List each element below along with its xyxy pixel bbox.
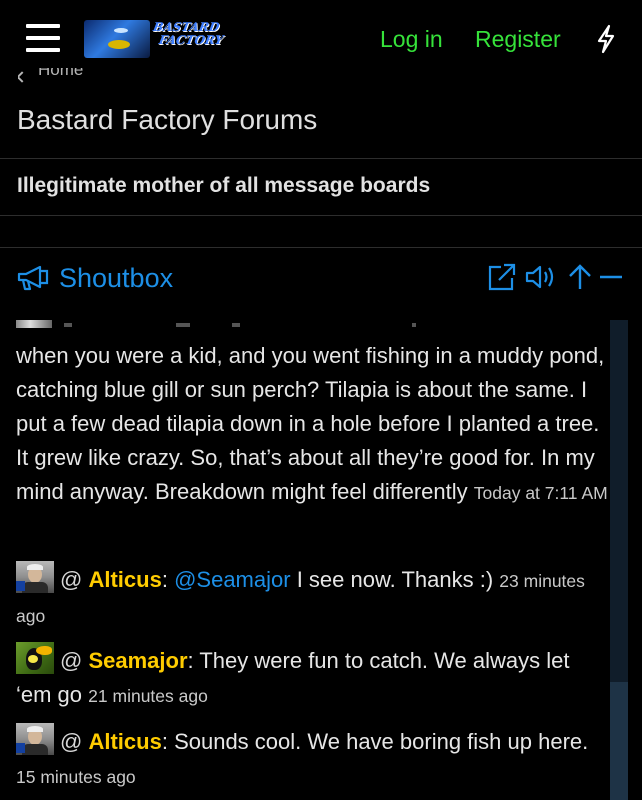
message-timestamp[interactable]: Today at 7:11 AM (474, 483, 608, 503)
register-link[interactable]: Register (475, 26, 561, 53)
external-link-icon[interactable] (486, 262, 518, 292)
username-link[interactable]: Seamajor (88, 648, 187, 673)
shout-message: @ Alticus: @Seamajor I see now. Thanks :… (16, 561, 610, 633)
chevron-left-icon (18, 71, 28, 83)
reply-at-button[interactable]: @ (60, 648, 82, 673)
site-tagline: Illegitimate mother of all message board… (17, 174, 431, 197)
message-text: when you were a kid, and you went fishin… (16, 343, 605, 504)
mention-link[interactable]: @Seamajor (174, 567, 291, 592)
page-title: Bastard Factory Forums (17, 104, 318, 135)
divider (0, 158, 642, 159)
message-text: I see now. Thanks :) (290, 567, 494, 592)
minus-icon[interactable] (598, 262, 624, 292)
reply-at-button[interactable]: @ (60, 729, 82, 754)
avatar[interactable] (16, 642, 54, 674)
shoutbox-messages[interactable]: when you were a kid, and you went fishin… (0, 320, 642, 800)
reply-at-button[interactable]: @ (60, 567, 82, 592)
username-link[interactable]: Alticus (88, 729, 161, 754)
message-timestamp[interactable]: 21 minutes ago (88, 686, 208, 706)
message-timestamp[interactable]: 15 minutes ago (16, 767, 136, 787)
arrow-up-icon[interactable] (566, 262, 594, 292)
breadcrumb[interactable]: Home (18, 68, 83, 86)
shout-message: @ Seamajor: They were fun to catch. We a… (16, 642, 610, 713)
message-text: Sounds cool. We have boring fish up here… (167, 729, 589, 754)
site-logo[interactable]: BASTARD FACTORY (84, 20, 224, 58)
speaker-icon[interactable] (524, 262, 558, 292)
avatar[interactable] (16, 561, 54, 593)
shoutbox-title[interactable]: Shoutbox (59, 263, 173, 294)
shoutbox-header: Shoutbox (0, 247, 642, 311)
logo-wordmark: BASTARD FACTORY (150, 20, 227, 47)
login-link[interactable]: Log in (380, 26, 443, 53)
shout-message: when you were a kid, and you went fishin… (16, 339, 610, 510)
breadcrumb-home-label: Home (38, 68, 84, 79)
hamburger-menu-icon[interactable] (26, 22, 60, 54)
logo-text-line2: FACTORY (157, 33, 225, 47)
logo-face-image (84, 20, 150, 58)
avatar[interactable] (16, 723, 54, 755)
top-bar: BASTARD FACTORY Log in Register (0, 0, 642, 76)
megaphone-icon (17, 265, 49, 291)
shout-message: @ Alticus: Sounds cool. We have boring f… (16, 723, 610, 794)
lightning-bolt-icon[interactable] (594, 24, 618, 54)
clipped-previous-message (16, 320, 576, 330)
separator: : (161, 567, 168, 592)
logo-text-line1: BASTARD (152, 20, 221, 34)
scrollbar-thumb[interactable] (610, 682, 628, 800)
username-link[interactable]: Alticus (88, 567, 161, 592)
divider (0, 215, 642, 216)
